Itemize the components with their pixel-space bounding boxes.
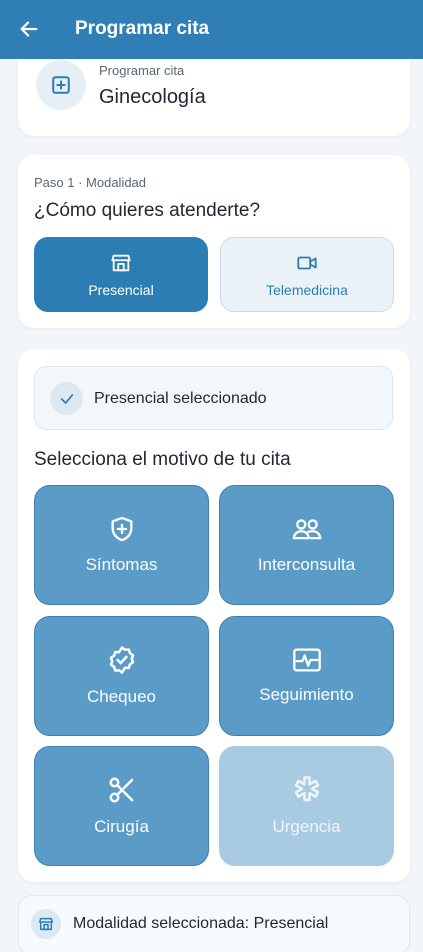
selection-text: Presencial seleccionado: [94, 390, 267, 407]
video-icon: [297, 256, 317, 269]
tile-urgencia[interactable]: Urgencia: [219, 746, 394, 866]
back-button[interactable]: [16, 16, 42, 42]
tile-sintomas[interactable]: Síntomas: [34, 485, 209, 605]
telemedicina-label: Telemedicina: [266, 281, 348, 298]
shield-plus-icon: [111, 516, 132, 542]
tile-interconsulta[interactable]: Interconsulta: [219, 485, 394, 605]
modality-card: Paso 1 · Modalidad ¿Cómo quieres atender…: [18, 155, 410, 328]
telemedicina-button[interactable]: Telemedicina: [220, 237, 394, 312]
plus-square-icon: [52, 76, 70, 94]
scissors-icon: [109, 777, 133, 803]
check-icon: [60, 393, 73, 404]
reason-heading: Selecciona el motivo de tu cita: [34, 449, 291, 470]
asterisk-icon: [294, 776, 319, 802]
modality-summary-bar: Modalidad seleccionada: Presencial: [18, 895, 410, 952]
page-title: Programar cita: [75, 18, 210, 39]
store-icon: [38, 917, 54, 931]
tile-label: Cirugía: [94, 817, 149, 836]
tile-label: Interconsulta: [257, 555, 356, 574]
badge-check-icon: [109, 646, 134, 674]
tile-label: Síntomas: [85, 555, 158, 574]
tile-chequeo[interactable]: Chequeo: [34, 616, 209, 736]
summary-text: Modalidad seleccionada: Presencial: [73, 915, 329, 932]
arrow-left-icon: [20, 21, 38, 37]
tile-seguimiento[interactable]: Seguimiento: [219, 616, 394, 736]
check-badge: [50, 382, 83, 415]
tile-label: Seguimiento: [259, 685, 354, 704]
specialty-caption: Programar cita: [99, 63, 185, 78]
modality-question: ¿Cómo quieres atenderte?: [34, 200, 261, 221]
heartbeat-icon: [292, 648, 321, 672]
tile-label: Chequeo: [86, 687, 156, 706]
step-label: Paso 1 · Modalidad: [34, 175, 147, 190]
specialty-name: Ginecología: [99, 86, 206, 108]
tile-label: Urgencia: [272, 817, 341, 836]
app-bar: Programar cita: [0, 0, 423, 59]
store-icon: [111, 254, 131, 271]
summary-icon-badge: [31, 909, 61, 939]
users-icon: [292, 519, 321, 540]
selection-banner: Presencial seleccionado: [34, 366, 393, 430]
tile-cirugia[interactable]: Cirugía: [34, 746, 209, 866]
reason-card: Presencial seleccionado Selecciona el mo…: [18, 349, 410, 882]
specialty-badge: [36, 60, 86, 110]
presencial-button[interactable]: Presencial: [34, 237, 208, 312]
presencial-label: Presencial: [88, 281, 154, 298]
